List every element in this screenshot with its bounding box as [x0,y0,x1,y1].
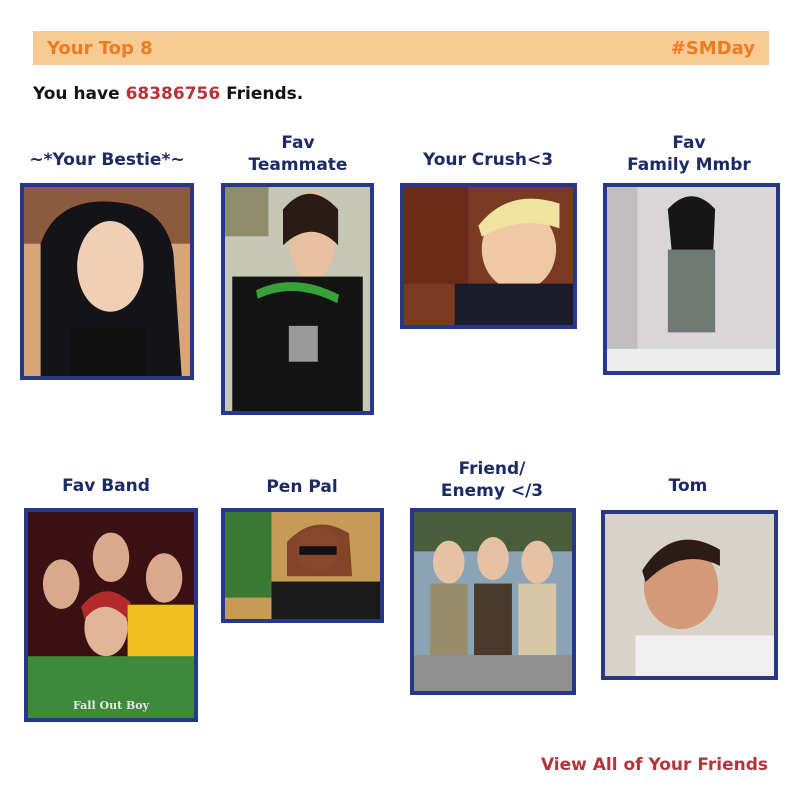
header-title: Your Top 8 [47,37,153,59]
friend-count-prefix: You have [33,84,120,104]
photo-fav-teammate[interactable] [221,183,374,415]
person-photo-icon [225,187,370,411]
person-photo-icon [607,187,776,371]
friend-count-suffix: Friends. [226,84,304,104]
label-line: Your Crush<3 [422,150,554,170]
photo-tom[interactable] [601,510,778,680]
label-line: Fav [672,133,706,153]
label-line: Friend/ [458,459,526,479]
label-line: Fav [281,133,315,153]
view-all-friends-link[interactable]: View All of Your Friends [541,755,768,775]
label-line: Tom [668,476,708,496]
band-photo-icon [28,512,194,718]
photo-fav-band[interactable]: Fall Out Boy [24,508,198,722]
label-fav-family-member: Fav Family Mmbr [627,132,751,176]
label-line: Pen Pal [266,477,338,497]
band-photo-caption: Fall Out Boy [72,699,150,712]
header-hashtag[interactable]: #SMDay [671,38,755,59]
label-line: ~*Your Bestie*~ [29,150,185,170]
person-photo-icon [225,512,380,619]
photo-your-bestie[interactable] [20,183,194,380]
person-photo-icon [404,187,573,325]
photo-friend-enemy[interactable] [410,508,576,695]
label-line: Family Mmbr [627,155,751,175]
photo-pen-pal[interactable] [221,508,384,623]
photo-fav-family-member[interactable] [603,183,780,375]
top8-header-bar: Your Top 8 #SMDay [33,31,769,65]
label-line: Teammate [248,155,348,175]
label-fav-teammate: Fav Teammate [249,132,348,176]
label-line: Fav Band [62,476,150,496]
label-pen-pal: Pen Pal [266,476,337,498]
friend-count-number: 68386756 [125,84,221,104]
photo-your-crush[interactable] [400,183,577,329]
label-your-bestie: ~*Your Bestie*~ [29,149,184,171]
friend-count-text: You have 68386756 Friends. [33,84,303,104]
person-photo-icon [24,187,190,376]
group-photo-icon [414,512,572,691]
label-tom: Tom [669,475,708,497]
label-fav-band: Fav Band [62,475,150,497]
person-photo-icon [605,514,774,676]
label-line: Enemy </3 [440,481,544,501]
label-your-crush: Your Crush<3 [423,149,553,171]
label-friend-enemy: Friend/ Enemy </3 [441,458,543,502]
